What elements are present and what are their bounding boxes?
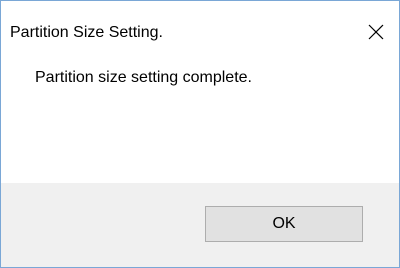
close-icon [368,24,384,40]
title-bar: Partition Size Setting. [1,1,399,51]
message-dialog: Partition Size Setting. Partition size s… [0,0,400,268]
close-button[interactable] [353,13,399,51]
dialog-title: Partition Size Setting. [10,24,163,41]
dialog-message: Partition size setting complete. [35,69,252,86]
ok-button[interactable]: OK [205,206,363,242]
dialog-footer: OK [1,183,399,267]
